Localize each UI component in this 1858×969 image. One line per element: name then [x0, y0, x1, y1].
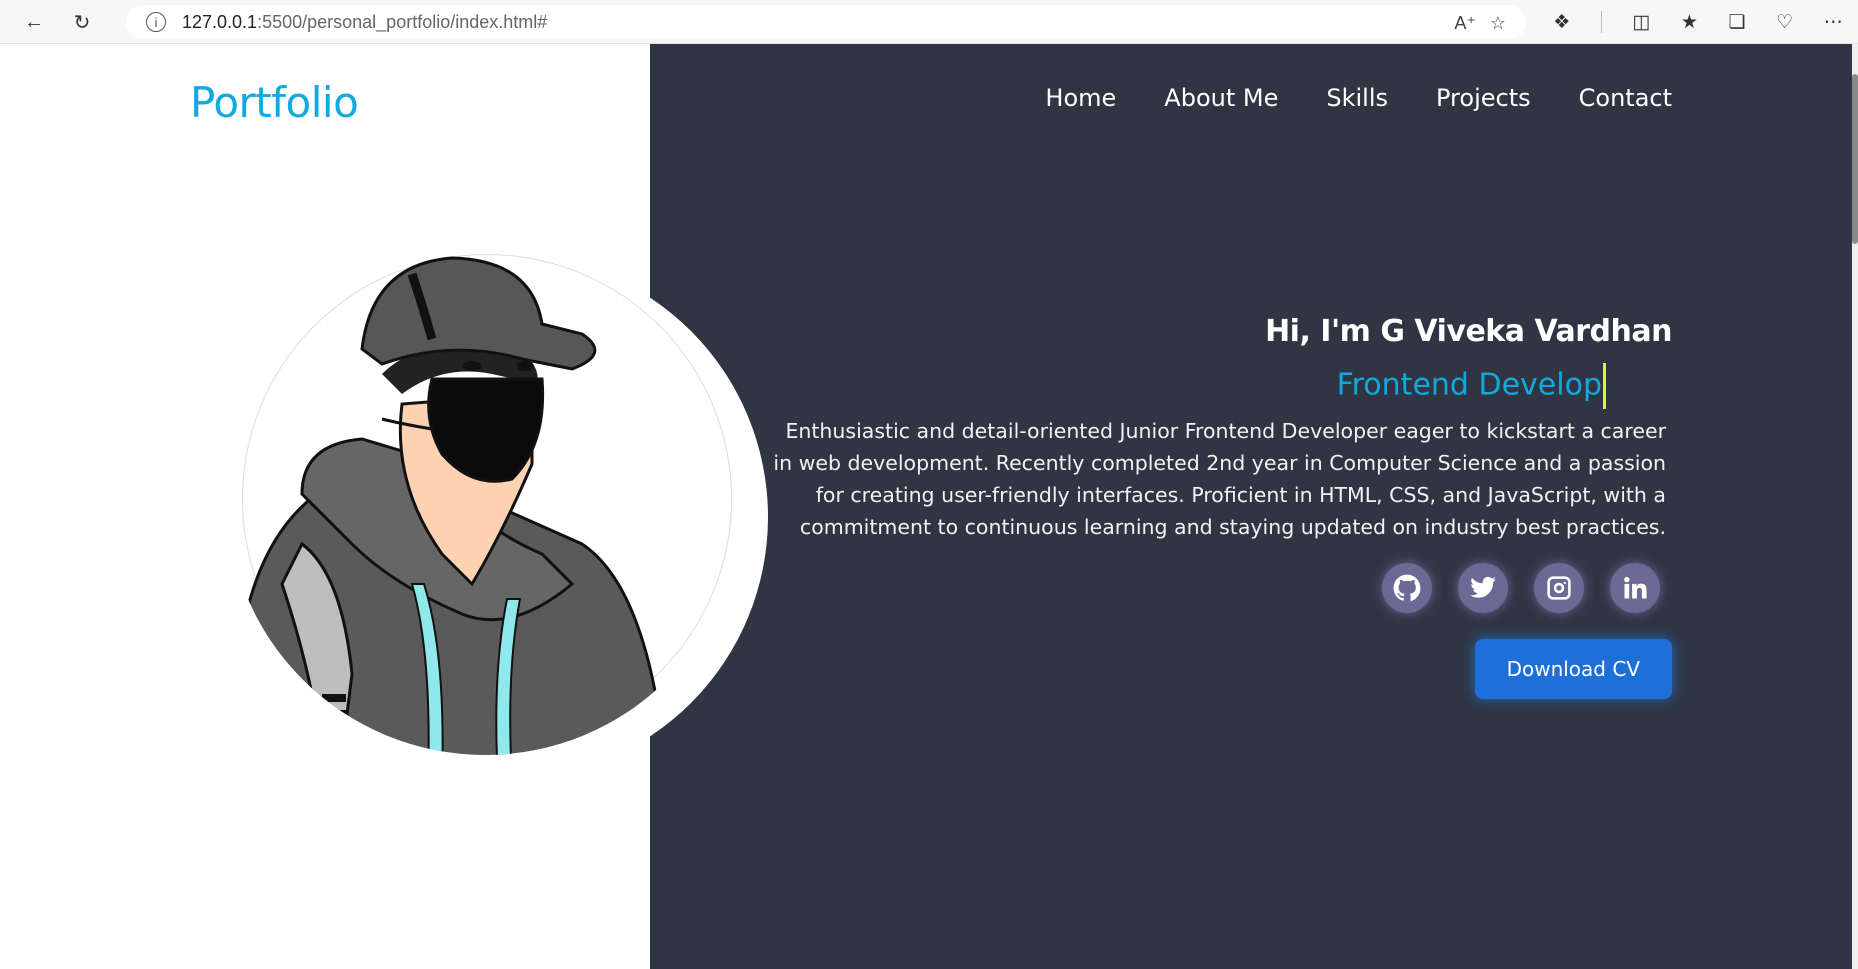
- scrollbar-thumb[interactable]: [1852, 74, 1858, 244]
- avatar-circle: [242, 254, 768, 780]
- browser-essentials-icon[interactable]: ♡: [1776, 11, 1793, 34]
- collections-icon[interactable]: ❏: [1729, 11, 1746, 34]
- more-menu-icon[interactable]: ⋯: [1824, 11, 1843, 34]
- read-aloud-icon[interactable]: A⁺: [1454, 13, 1476, 34]
- role-text: Frontend Develop: [1336, 367, 1602, 403]
- toolbar-divider: [1600, 11, 1602, 33]
- nav-skills[interactable]: Skills: [1326, 84, 1388, 112]
- extensions-icon[interactable]: ❖: [1553, 11, 1570, 34]
- social-links: [772, 563, 1672, 613]
- url-host: 127.0.0.1: [182, 11, 258, 32]
- browser-toolbar: ← ↻ i 127.0.0.1:5500/personal_portfolio/…: [0, 0, 1858, 44]
- typing-cursor: [1603, 363, 1606, 409]
- nav-projects[interactable]: Projects: [1436, 84, 1531, 112]
- hero-greeting: Hi, I'm G Viveka Vardhan: [1265, 314, 1672, 349]
- instagram-icon: [1547, 576, 1571, 600]
- page-viewport: Portfolio Home About Me Skills Projects …: [6, 44, 1852, 969]
- address-bar[interactable]: i 127.0.0.1:5500/personal_portfolio/inde…: [126, 5, 1526, 39]
- hero-bio: Enthusiastic and detail-oriented Junior …: [773, 419, 1666, 539]
- nav-contact[interactable]: Contact: [1579, 84, 1672, 112]
- favorites-icon[interactable]: ★: [1681, 11, 1698, 34]
- linkedin-link[interactable]: [1610, 563, 1660, 613]
- favorite-star-icon[interactable]: ☆: [1490, 13, 1506, 34]
- hero-role-typed: Frontend Develop: [1337, 363, 1606, 409]
- linkedin-icon: [1624, 576, 1647, 599]
- site-logo[interactable]: Portfolio: [190, 78, 359, 127]
- twitter-icon: [1470, 576, 1496, 598]
- split-screen-icon[interactable]: ◫: [1632, 11, 1650, 34]
- back-icon[interactable]: ←: [18, 6, 50, 38]
- main-nav: Home About Me Skills Projects Contact: [1045, 84, 1672, 112]
- avatar-illustration: [242, 256, 664, 755]
- page-scrollbar[interactable]: [1852, 44, 1858, 969]
- instagram-link[interactable]: [1534, 563, 1584, 613]
- url-path: :5500/personal_portfolio/index.html#: [257, 11, 548, 32]
- twitter-link[interactable]: [1458, 563, 1508, 613]
- reload-icon[interactable]: ↻: [66, 6, 98, 38]
- nav-about-me[interactable]: About Me: [1164, 84, 1278, 112]
- site-info-icon[interactable]: i: [146, 12, 166, 32]
- hero-section: Hi, I'm G Viveka Vardhan Frontend Develo…: [772, 314, 1673, 699]
- nav-home[interactable]: Home: [1045, 84, 1116, 112]
- github-link[interactable]: [1382, 563, 1432, 613]
- github-icon: [1393, 574, 1421, 601]
- download-cv-button[interactable]: Download CV: [1474, 639, 1672, 699]
